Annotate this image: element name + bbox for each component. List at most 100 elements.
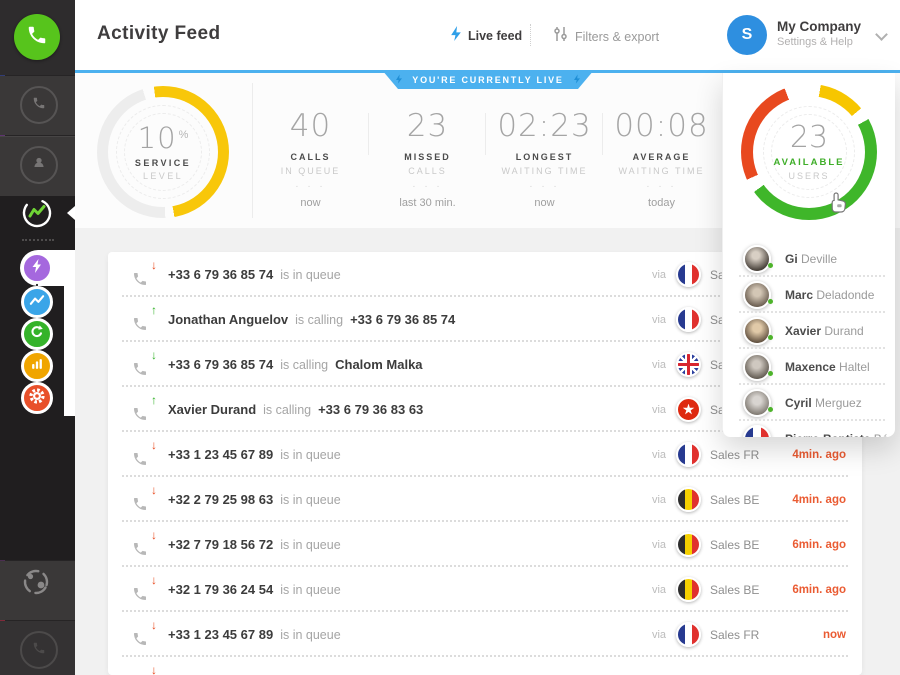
sliders-icon: [553, 26, 568, 47]
incoming-call-icon: ↓: [132, 533, 156, 557]
via-label: via: [652, 629, 666, 641]
live-feed-label: Live feed: [468, 29, 522, 43]
line-flag: [676, 262, 701, 287]
app-logo[interactable]: [14, 14, 60, 60]
header-divider: [530, 24, 531, 46]
filters-export-label: Filters & export: [575, 30, 659, 44]
caller: +32 2 79 25 98 63: [168, 492, 273, 507]
incoming-call-icon: ↓: [132, 443, 156, 467]
call-row[interactable]: ↓ +32 1 79 36 24 54 is in queue via Sale…: [108, 567, 862, 612]
call-status: is in queue: [280, 583, 340, 597]
via-label: via: [652, 584, 666, 596]
call-status: is in queue: [280, 628, 340, 642]
service-level-value: 10: [138, 121, 177, 155]
line-flag: [676, 307, 701, 332]
caller: +33 6 79 36 85 74: [168, 357, 273, 372]
incoming-call-icon: ↓: [132, 623, 156, 647]
call-status: is calling: [280, 358, 328, 372]
sidebar-item-team[interactable]: [19, 565, 55, 601]
sidebar-item-live-feed[interactable]: [21, 252, 53, 284]
active-section-pointer: [67, 206, 75, 220]
company-avatar[interactable]: S: [727, 15, 767, 55]
user-list-item[interactable]: Pierre-Baptiste Béchu: [723, 421, 895, 437]
available-users-panel: 23 AVAILABLE USERS Gi Deville Marc Delad…: [722, 73, 895, 437]
caller: +32 1 79 36 24 54: [168, 582, 273, 597]
callee: +33 6 79 36 85 74: [350, 312, 455, 327]
caller: +33 6 79 36 85 74: [168, 267, 273, 282]
via-label: via: [652, 494, 666, 506]
person-icon: [31, 155, 47, 176]
incoming-call-icon: ↓: [132, 488, 156, 512]
user-list-item[interactable]: Cyril Merguez: [723, 385, 895, 421]
team-icon: [19, 586, 53, 603]
caller: +32 7 79 18 56 72: [168, 537, 273, 552]
via-label: via: [652, 269, 666, 281]
live-banner-text: YOU'RE CURRENTLY LIVE: [412, 75, 563, 85]
service-level-label: SERVICE: [135, 158, 191, 168]
phone-icon: [32, 641, 46, 660]
available-users-list: Gi Deville Marc Deladonde Xavier Durand …: [723, 241, 895, 437]
user-list-item[interactable]: Gi Deville: [723, 241, 895, 277]
sidebar-item-contacts[interactable]: [20, 146, 58, 184]
redo-arrow-icon: [29, 324, 45, 345]
incoming-call-icon: ↓: [132, 263, 156, 287]
filters-export-button[interactable]: Filters & export: [553, 26, 659, 47]
stat-calls-in-queue: 40 CALLS IN QUEUE · · · now: [252, 73, 369, 228]
company-menu[interactable]: My Company Settings & Help: [777, 19, 861, 48]
avatar: [743, 425, 771, 437]
call-row[interactable]: ↓ +33 1 23 45 67 89 is in queue via Sale…: [108, 432, 862, 477]
caller: +33 1 23 45 67 89: [168, 447, 273, 462]
caller: Jonathan Anguelov: [168, 312, 288, 327]
line-name: Sales BE: [710, 583, 774, 597]
line-flag: [676, 532, 701, 557]
user-list-item[interactable]: Marc Deladonde: [723, 277, 895, 313]
lightning-icon: [32, 259, 42, 278]
line-name: Sales BE: [710, 493, 774, 507]
sidebar-item-settings[interactable]: [21, 382, 53, 414]
phone-icon: [32, 96, 46, 115]
call-status: is in queue: [280, 268, 340, 282]
chevron-down-icon[interactable]: [875, 28, 888, 41]
call-time: 6min. ago: [774, 584, 846, 596]
call-row[interactable]: ↓ +32 7 79 18 56 72 is in queue via Sale…: [108, 522, 862, 567]
avatar: [743, 245, 771, 273]
stat-average-waiting: 00:08 AVERAGE WAITING TIME · · · today: [603, 73, 720, 228]
stat-longest-waiting: 02:23 LONGEST WAITING TIME · · · now: [486, 73, 603, 228]
caller: +33 1 23 45 67 89: [168, 627, 273, 642]
available-users-label: AVAILABLE: [774, 157, 845, 168]
trend-icon: [28, 292, 46, 313]
gear-icon: [28, 387, 46, 410]
user-list-item[interactable]: Maxence Haltel: [723, 349, 895, 385]
call-time: 6min. ago: [774, 539, 846, 551]
live-banner: YOU'RE CURRENTLY LIVE: [382, 70, 594, 89]
call-status: is calling: [263, 403, 311, 417]
avatar: [743, 317, 771, 345]
call-row[interactable]: ↓ +33 1 23 45 67 89 is in queue via Sale…: [108, 612, 862, 657]
activity-icon: [19, 218, 55, 235]
call-row[interactable]: ↓ +32 2 79 25 98 63 is in queue via Sale…: [108, 477, 862, 522]
sidebar: [0, 0, 75, 675]
call-row-partial[interactable]: ↓: [108, 657, 862, 675]
call-time: 4min. ago: [774, 494, 846, 506]
via-label: via: [652, 539, 666, 551]
sidebar-item-analytics[interactable]: [21, 286, 53, 318]
avatar: [743, 353, 771, 381]
sidebar-item-history[interactable]: [20, 631, 58, 669]
company-name: My Company: [777, 19, 861, 34]
live-feed-button[interactable]: Live feed: [451, 26, 522, 46]
call-status: is in queue: [280, 538, 340, 552]
user-list-item[interactable]: Xavier Durand: [723, 313, 895, 349]
call-time: 4min. ago: [774, 449, 846, 461]
bar-chart-icon: [29, 356, 45, 377]
header: Activity Feed Live feed Filters & export…: [75, 0, 900, 70]
sidebar-item-callbacks[interactable]: [21, 318, 53, 350]
sidebar-item-activity[interactable]: [19, 195, 55, 231]
sidebar-item-calls[interactable]: [20, 86, 58, 124]
call-time: now: [774, 629, 846, 641]
call-status: is in queue: [280, 493, 340, 507]
line-flag: [676, 352, 701, 377]
line-flag: [676, 622, 701, 647]
via-label: via: [652, 314, 666, 326]
line-flag: [676, 397, 701, 422]
sidebar-item-stats[interactable]: [21, 350, 53, 382]
